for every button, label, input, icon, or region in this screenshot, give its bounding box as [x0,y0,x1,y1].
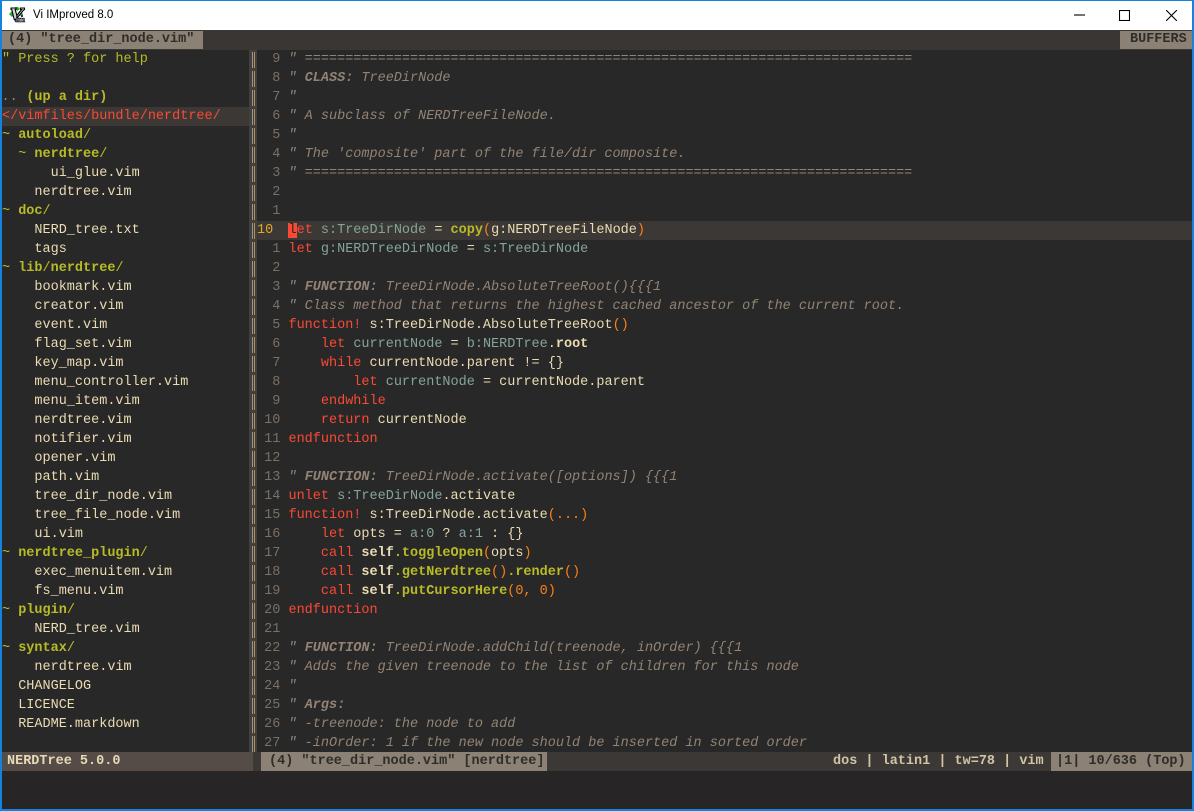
svg-text:im: im [16,14,25,24]
